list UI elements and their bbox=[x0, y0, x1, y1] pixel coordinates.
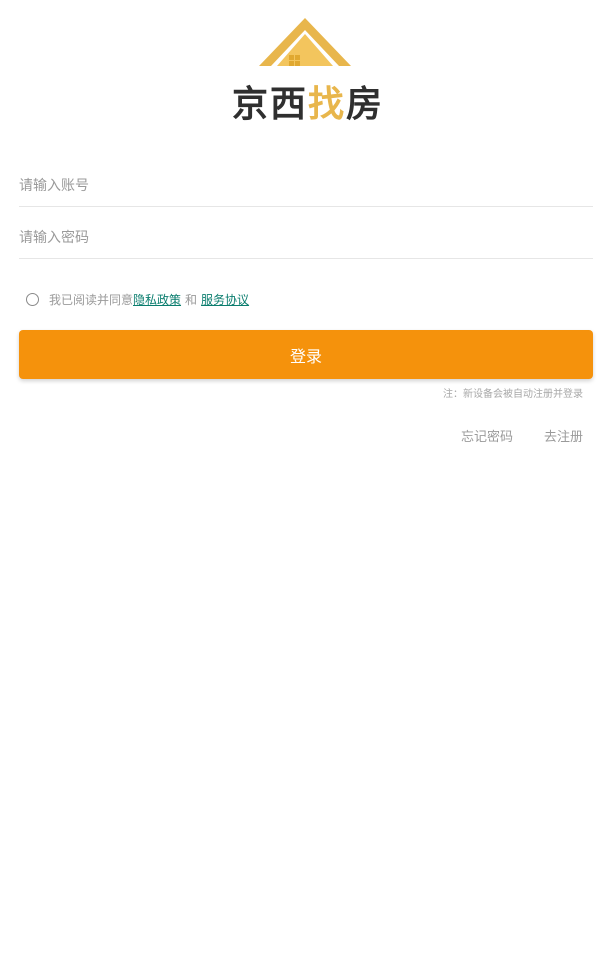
brand-name-part2: 房 bbox=[346, 84, 385, 125]
app-logo: 京西找房 bbox=[0, 0, 609, 140]
brand-name-part1: 京西 bbox=[231, 84, 308, 125]
forgot-password-link[interactable]: 忘记密码 bbox=[461, 426, 513, 445]
terms-of-service-link[interactable]: 服务协议 bbox=[201, 291, 249, 308]
password-field bbox=[19, 218, 593, 259]
register-link[interactable]: 去注册 bbox=[544, 426, 583, 445]
login-button[interactable]: 登录 bbox=[19, 330, 593, 379]
agreement-prefix: 我已阅读并同意 bbox=[49, 292, 134, 307]
agreement-row: 我已阅读并同意 隐私政策 和 服务协议 bbox=[26, 288, 249, 310]
account-input[interactable] bbox=[19, 166, 593, 206]
agreement-joiner: 和 bbox=[185, 292, 198, 307]
account-field bbox=[19, 166, 593, 207]
house-roof-icon bbox=[259, 18, 351, 66]
password-input[interactable] bbox=[19, 218, 593, 258]
brand-name-accent: 找 bbox=[307, 84, 346, 125]
auto-register-note: 注：新设备会被自动注册并登录 bbox=[443, 389, 583, 400]
brand-name: 京西找房 bbox=[228, 83, 388, 127]
privacy-policy-link[interactable]: 隐私政策 bbox=[133, 291, 181, 308]
agreement-radio[interactable] bbox=[26, 292, 39, 306]
footer-links: 忘记密码 去注册 bbox=[461, 426, 583, 445]
